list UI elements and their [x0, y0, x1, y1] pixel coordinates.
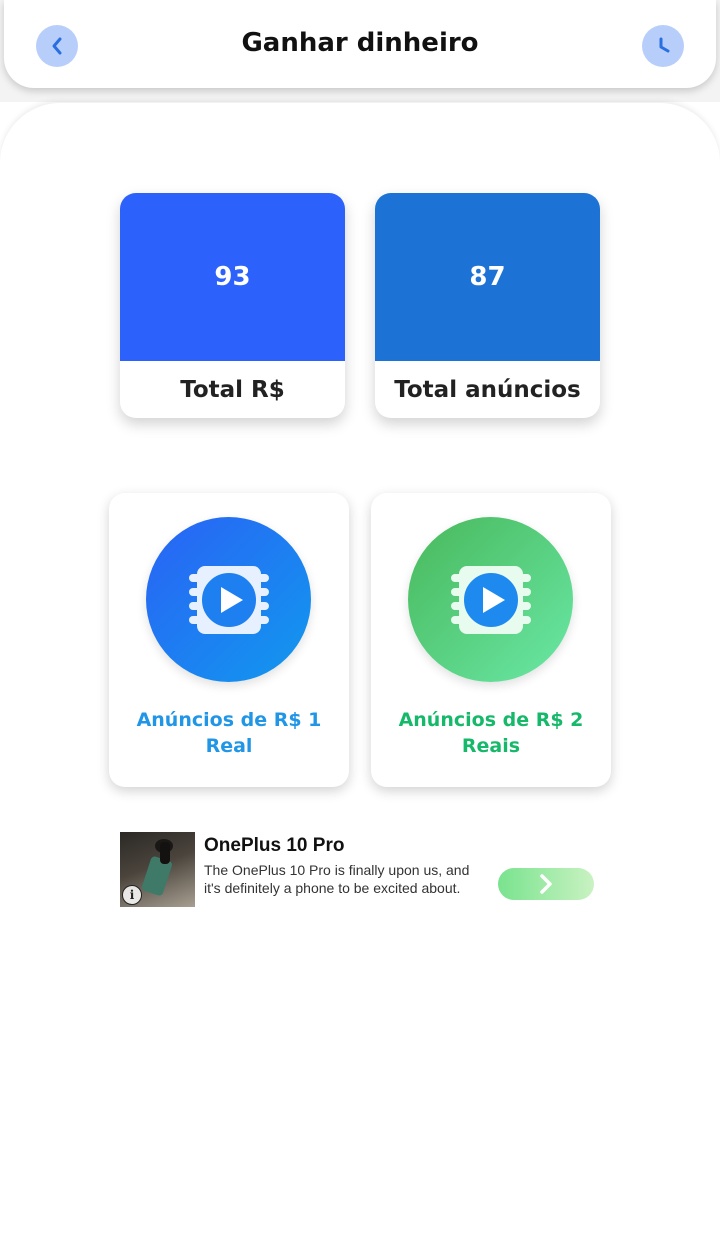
app-header: Ganhar dinheiro	[4, 0, 716, 88]
banner-body: The OnePlus 10 Pro is finally upon us, a…	[204, 862, 470, 896]
ad-banner[interactable]: i OnePlus 10 Pro The OnePlus 10 Pro is f…	[120, 832, 595, 908]
ads-one-real-label: Anúncios de R$ 1 Real	[136, 709, 322, 757]
clock-icon	[659, 37, 670, 53]
total-ads-value: 87	[375, 193, 600, 361]
ads-two-reais-card[interactable]: Anúncios de R$ 2 Reais	[371, 493, 611, 787]
banner-cta-button[interactable]	[498, 868, 594, 900]
video-play-icon	[188, 565, 269, 634]
ads-two-reais-icon-circle	[408, 517, 573, 682]
page-title: Ganhar dinheiro	[241, 28, 479, 58]
main-panel	[0, 103, 720, 1248]
banner-image: i	[120, 832, 195, 907]
ads-two-reais-label: Anúncios de R$ 2 Reais	[398, 709, 584, 757]
history-button[interactable]	[642, 25, 684, 67]
ads-one-real-icon-circle	[146, 517, 311, 682]
total-money-value: 93	[120, 193, 345, 361]
video-play-icon	[450, 565, 531, 634]
ads-one-real-card[interactable]: Anúncios de R$ 1 Real	[109, 493, 349, 787]
total-money-label: Total R$	[180, 376, 285, 403]
total-ads-card: 87 Total anúncios	[375, 193, 600, 418]
info-icon[interactable]: i	[122, 885, 142, 905]
total-money-card: 93 Total R$	[120, 193, 345, 418]
banner-title: OnePlus 10 Pro	[204, 835, 345, 856]
total-ads-label: Total anúncios	[394, 376, 581, 403]
chevron-right-icon	[540, 874, 552, 894]
